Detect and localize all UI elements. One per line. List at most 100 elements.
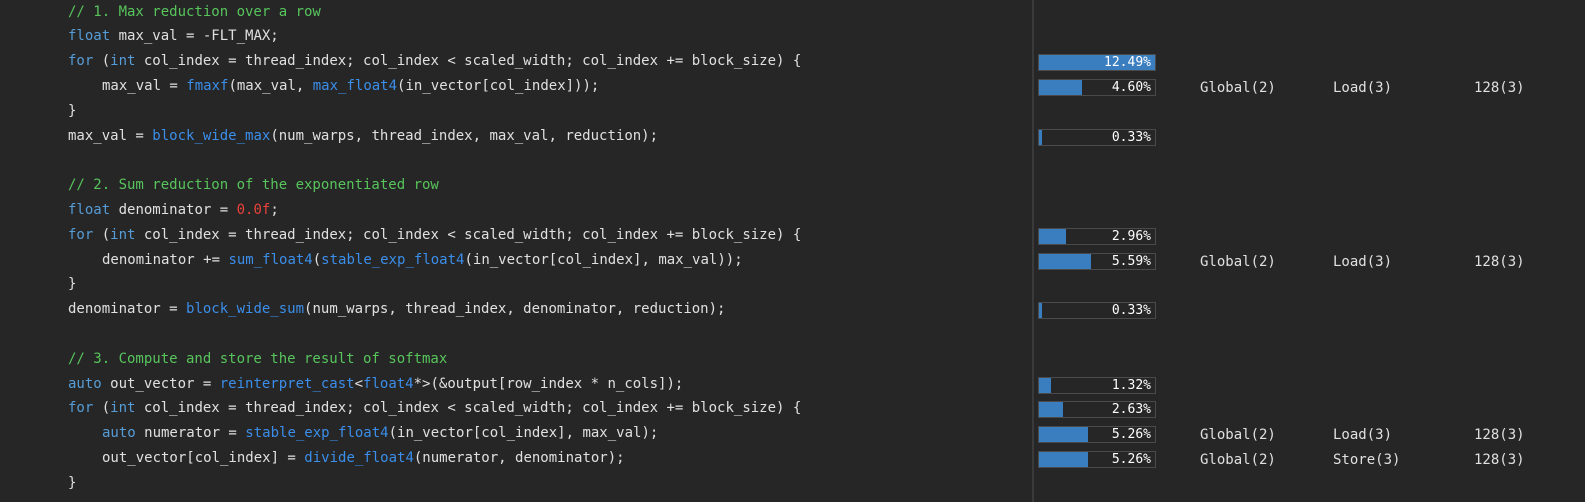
code-line[interactable]: denominator = block_wide_sum(num_warps, …	[68, 297, 725, 322]
code-number: 0.0f	[236, 201, 271, 218]
code-text: out_vector[col_index] =	[102, 449, 305, 466]
operation-label: Load(3)	[1333, 253, 1393, 270]
operation-label: Load(3)	[1333, 79, 1393, 96]
code-keyword: int	[110, 400, 136, 417]
metric-row[interactable]: 2.96%	[1034, 225, 1585, 250]
code-keyword: for	[68, 53, 94, 70]
code-text: out_vector =	[101, 375, 220, 392]
percentage-bar-fill	[1039, 228, 1066, 244]
metric-row[interactable]: 5.26% Global(2) Load(3) 128(3)	[1034, 423, 1585, 448]
code-text: (	[312, 251, 322, 268]
metric-row[interactable]: 5.26% Global(2) Store(3) 128(3)	[1034, 448, 1585, 473]
code-function: divide_float4	[304, 449, 414, 466]
code-text: numerator =	[135, 425, 246, 442]
code-text: col_index = thread_index; col_index < sc…	[135, 400, 802, 417]
code-keyword: auto	[102, 425, 136, 442]
percentage-bar: 4.60%	[1038, 78, 1156, 96]
code-text: (	[93, 400, 111, 417]
code-line[interactable]: max_val = fmaxf(max_val, max_float4(in_v…	[68, 74, 599, 99]
code-function: block_wide_max	[152, 127, 271, 144]
code-line[interactable]: // 2. Sum reduction of the exponentiated…	[68, 173, 439, 198]
metric-row[interactable]: 1.32%	[1034, 374, 1585, 399]
metric-row[interactable]: 0.33%	[1034, 126, 1585, 151]
code-text: max_val =	[102, 77, 187, 94]
code-function: fmaxf	[186, 77, 229, 94]
code-text: (numerator, denominator);	[413, 449, 625, 466]
code-line[interactable]: float max_val = -FLT_MAX;	[68, 24, 279, 49]
percentage-bar: 5.59%	[1038, 252, 1156, 270]
code-line[interactable]: max_val = block_wide_max(num_warps, thre…	[68, 124, 658, 149]
code-text: <	[354, 375, 364, 392]
percentage-label: 2.96%	[1111, 228, 1151, 244]
code-function: float4	[363, 375, 414, 392]
code-text: max_val = -FLT_MAX;	[110, 28, 279, 45]
code-line[interactable]: }	[68, 471, 76, 496]
access-size-label: 128(3)	[1474, 253, 1525, 270]
operation-label: Load(3)	[1333, 427, 1393, 444]
code-function: reinterpret_cast	[219, 375, 355, 392]
code-text: denominator =	[110, 201, 237, 218]
code-text: }	[68, 474, 77, 491]
percentage-bar-fill	[1039, 402, 1063, 418]
code-text: denominator =	[68, 301, 187, 318]
metrics-pane: 12.49% 4.60% Global(2) Load(3) 128(3) 0.33% 2.…	[1034, 0, 1585, 502]
code-line[interactable]: out_vector[col_index] = divide_float4(nu…	[68, 446, 625, 471]
code-line[interactable]: auto numerator = stable_exp_float4(in_ve…	[68, 421, 658, 446]
code-function: stable_exp_float4	[321, 251, 465, 268]
percentage-label: 5.26%	[1111, 451, 1151, 467]
code-line[interactable]: // 1. Max reduction over a row	[68, 0, 321, 24]
metric-row[interactable]: 12.49%	[1034, 51, 1585, 76]
code-function: block_wide_sum	[186, 301, 305, 318]
code-text: denominator +=	[102, 251, 229, 268]
metric-row[interactable]: 5.59% Global(2) Load(3) 128(3)	[1034, 250, 1585, 275]
code-comment: // 2. Sum reduction of the exponentiated…	[68, 177, 439, 194]
code-line[interactable]: }	[68, 99, 76, 124]
code-text: (in_vector[col_index], max_val));	[464, 251, 743, 268]
code-text: (num_warps, thread_index, denominator, r…	[304, 301, 726, 318]
memory-space-label: Global(2)	[1200, 451, 1276, 468]
code-line[interactable]: for (int col_index = thread_index; col_i…	[68, 223, 801, 248]
code-line[interactable]: for (int col_index = thread_index; col_i…	[68, 396, 801, 421]
code-line[interactable]: float denominator = 0.0f;	[68, 198, 279, 223]
percentage-label: 0.33%	[1111, 303, 1151, 319]
code-text: max_val =	[68, 127, 153, 144]
code-keyword: int	[110, 53, 136, 70]
percentage-label: 0.33%	[1111, 129, 1151, 145]
metric-row[interactable]: 2.63%	[1034, 398, 1585, 423]
percentage-bar: 12.49%	[1038, 54, 1156, 72]
access-size-label: 128(3)	[1474, 79, 1525, 96]
code-text: col_index = thread_index; col_index < sc…	[135, 53, 802, 70]
code-line[interactable]: denominator += sum_float4(stable_exp_flo…	[68, 248, 743, 273]
code-text: }	[68, 276, 77, 293]
code-comment: // 1. Max reduction over a row	[68, 3, 321, 20]
percentage-label: 4.60%	[1111, 79, 1151, 95]
percentage-bar-fill	[1039, 451, 1088, 467]
code-text: (num_warps, thread_index, max_val, reduc…	[270, 127, 659, 144]
percentage-bar: 5.26%	[1038, 426, 1156, 444]
percentage-bar: 0.33%	[1038, 128, 1156, 146]
code-function: sum_float4	[228, 251, 313, 268]
code-keyword: for	[68, 400, 94, 417]
metric-row[interactable]: 0.33%	[1034, 299, 1585, 324]
percentage-label: 5.59%	[1111, 253, 1151, 269]
code-comment: // 3. Compute and store the result of so…	[68, 350, 448, 367]
code-text: (in_vector[col_index]));	[397, 77, 600, 94]
code-text: (max_val,	[228, 77, 313, 94]
metric-row[interactable]: 4.60% Global(2) Load(3) 128(3)	[1034, 76, 1585, 101]
percentage-bar: 2.96%	[1038, 227, 1156, 245]
code-line[interactable]: auto out_vector = reinterpret_cast<float…	[68, 372, 683, 397]
percentage-bar: 2.63%	[1038, 401, 1156, 419]
operation-label: Store(3)	[1333, 451, 1401, 468]
code-line[interactable]: for (int col_index = thread_index; col_i…	[68, 49, 801, 74]
percentage-bar-fill	[1039, 303, 1042, 319]
percentage-bar-fill	[1039, 427, 1088, 443]
code-keyword: auto	[68, 375, 102, 392]
percentage-bar-fill	[1039, 129, 1042, 145]
code-line[interactable]: // 3. Compute and store the result of so…	[68, 347, 447, 372]
code-text: col_index = thread_index; col_index < sc…	[135, 226, 802, 243]
code-keyword: float	[68, 28, 111, 45]
code-text: ;	[270, 201, 279, 218]
code-line[interactable]: }	[68, 272, 76, 297]
percentage-bar-fill	[1039, 377, 1051, 393]
percentage-label: 1.32%	[1111, 377, 1151, 393]
